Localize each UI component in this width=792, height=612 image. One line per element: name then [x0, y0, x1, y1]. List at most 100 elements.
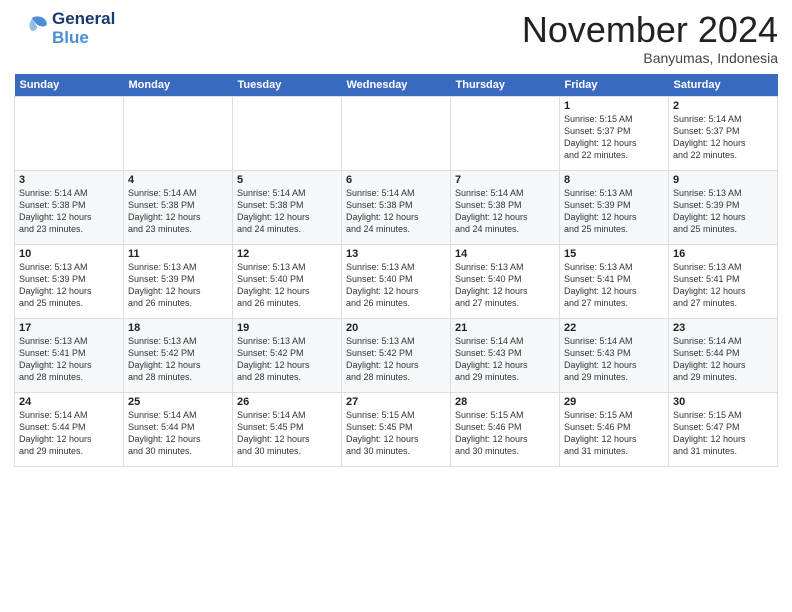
day-info: Sunrise: 5:13 AM Sunset: 5:40 PM Dayligh… — [346, 261, 446, 310]
day-number: 10 — [19, 248, 119, 260]
week-row-5: 24Sunrise: 5:14 AM Sunset: 5:44 PM Dayli… — [15, 392, 778, 466]
day-info: Sunrise: 5:13 AM Sunset: 5:40 PM Dayligh… — [237, 261, 337, 310]
day-cell: 28Sunrise: 5:15 AM Sunset: 5:46 PM Dayli… — [451, 392, 560, 466]
day-info: Sunrise: 5:13 AM Sunset: 5:39 PM Dayligh… — [19, 261, 119, 310]
day-number: 8 — [564, 174, 664, 186]
week-row-3: 10Sunrise: 5:13 AM Sunset: 5:39 PM Dayli… — [15, 244, 778, 318]
day-cell: 25Sunrise: 5:14 AM Sunset: 5:44 PM Dayli… — [124, 392, 233, 466]
col-wednesday: Wednesday — [342, 74, 451, 97]
day-number: 25 — [128, 396, 228, 408]
day-info: Sunrise: 5:13 AM Sunset: 5:42 PM Dayligh… — [237, 335, 337, 384]
day-cell: 4Sunrise: 5:14 AM Sunset: 5:38 PM Daylig… — [124, 170, 233, 244]
day-number: 29 — [564, 396, 664, 408]
day-number: 14 — [455, 248, 555, 260]
day-info: Sunrise: 5:14 AM Sunset: 5:38 PM Dayligh… — [346, 187, 446, 236]
day-cell — [15, 96, 124, 170]
title-block: November 2024 Banyumas, Indonesia — [522, 10, 778, 66]
col-tuesday: Tuesday — [233, 74, 342, 97]
col-monday: Monday — [124, 74, 233, 97]
day-cell: 23Sunrise: 5:14 AM Sunset: 5:44 PM Dayli… — [669, 318, 778, 392]
day-info: Sunrise: 5:14 AM Sunset: 5:38 PM Dayligh… — [237, 187, 337, 236]
day-number: 24 — [19, 396, 119, 408]
day-number: 3 — [19, 174, 119, 186]
day-info: Sunrise: 5:13 AM Sunset: 5:39 PM Dayligh… — [673, 187, 773, 236]
day-cell: 16Sunrise: 5:13 AM Sunset: 5:41 PM Dayli… — [669, 244, 778, 318]
day-cell: 10Sunrise: 5:13 AM Sunset: 5:39 PM Dayli… — [15, 244, 124, 318]
day-number: 6 — [346, 174, 446, 186]
day-info: Sunrise: 5:13 AM Sunset: 5:40 PM Dayligh… — [455, 261, 555, 310]
day-info: Sunrise: 5:13 AM Sunset: 5:42 PM Dayligh… — [128, 335, 228, 384]
day-cell: 26Sunrise: 5:14 AM Sunset: 5:45 PM Dayli… — [233, 392, 342, 466]
day-cell: 19Sunrise: 5:13 AM Sunset: 5:42 PM Dayli… — [233, 318, 342, 392]
day-cell: 1Sunrise: 5:15 AM Sunset: 5:37 PM Daylig… — [560, 96, 669, 170]
day-cell: 18Sunrise: 5:13 AM Sunset: 5:42 PM Dayli… — [124, 318, 233, 392]
week-row-1: 1Sunrise: 5:15 AM Sunset: 5:37 PM Daylig… — [15, 96, 778, 170]
day-cell: 27Sunrise: 5:15 AM Sunset: 5:45 PM Dayli… — [342, 392, 451, 466]
day-number: 4 — [128, 174, 228, 186]
week-row-2: 3Sunrise: 5:14 AM Sunset: 5:38 PM Daylig… — [15, 170, 778, 244]
day-info: Sunrise: 5:15 AM Sunset: 5:37 PM Dayligh… — [564, 113, 664, 162]
day-number: 1 — [564, 100, 664, 112]
day-info: Sunrise: 5:14 AM Sunset: 5:37 PM Dayligh… — [673, 113, 773, 162]
day-cell: 7Sunrise: 5:14 AM Sunset: 5:38 PM Daylig… — [451, 170, 560, 244]
logo: General Blue — [14, 10, 115, 47]
day-cell: 21Sunrise: 5:14 AM Sunset: 5:43 PM Dayli… — [451, 318, 560, 392]
day-number: 19 — [237, 322, 337, 334]
day-info: Sunrise: 5:14 AM Sunset: 5:38 PM Dayligh… — [455, 187, 555, 236]
day-info: Sunrise: 5:15 AM Sunset: 5:46 PM Dayligh… — [564, 409, 664, 458]
day-cell — [451, 96, 560, 170]
day-info: Sunrise: 5:14 AM Sunset: 5:44 PM Dayligh… — [673, 335, 773, 384]
day-info: Sunrise: 5:15 AM Sunset: 5:46 PM Dayligh… — [455, 409, 555, 458]
day-info: Sunrise: 5:13 AM Sunset: 5:39 PM Dayligh… — [128, 261, 228, 310]
day-info: Sunrise: 5:13 AM Sunset: 5:41 PM Dayligh… — [19, 335, 119, 384]
logo-blue-text: Blue — [52, 29, 115, 48]
day-number: 26 — [237, 396, 337, 408]
calendar-header: Sunday Monday Tuesday Wednesday Thursday… — [15, 74, 778, 97]
day-number: 13 — [346, 248, 446, 260]
day-number: 15 — [564, 248, 664, 260]
day-info: Sunrise: 5:13 AM Sunset: 5:41 PM Dayligh… — [673, 261, 773, 310]
day-cell: 14Sunrise: 5:13 AM Sunset: 5:40 PM Dayli… — [451, 244, 560, 318]
day-info: Sunrise: 5:14 AM Sunset: 5:44 PM Dayligh… — [19, 409, 119, 458]
day-number: 9 — [673, 174, 773, 186]
logo-icon — [14, 11, 50, 47]
day-number: 18 — [128, 322, 228, 334]
month-title: November 2024 — [522, 10, 778, 50]
day-number: 27 — [346, 396, 446, 408]
day-cell: 22Sunrise: 5:14 AM Sunset: 5:43 PM Dayli… — [560, 318, 669, 392]
day-number: 2 — [673, 100, 773, 112]
day-info: Sunrise: 5:14 AM Sunset: 5:45 PM Dayligh… — [237, 409, 337, 458]
day-cell — [124, 96, 233, 170]
day-info: Sunrise: 5:14 AM Sunset: 5:43 PM Dayligh… — [455, 335, 555, 384]
day-info: Sunrise: 5:13 AM Sunset: 5:39 PM Dayligh… — [564, 187, 664, 236]
day-number: 12 — [237, 248, 337, 260]
calendar-body: 1Sunrise: 5:15 AM Sunset: 5:37 PM Daylig… — [15, 96, 778, 466]
day-cell: 30Sunrise: 5:15 AM Sunset: 5:47 PM Dayli… — [669, 392, 778, 466]
day-number: 30 — [673, 396, 773, 408]
day-number: 5 — [237, 174, 337, 186]
day-cell: 11Sunrise: 5:13 AM Sunset: 5:39 PM Dayli… — [124, 244, 233, 318]
day-info: Sunrise: 5:15 AM Sunset: 5:47 PM Dayligh… — [673, 409, 773, 458]
header: General Blue November 2024 Banyumas, Ind… — [14, 10, 778, 66]
logo-words: General Blue — [52, 10, 115, 47]
day-cell: 8Sunrise: 5:13 AM Sunset: 5:39 PM Daylig… — [560, 170, 669, 244]
day-number: 21 — [455, 322, 555, 334]
day-cell: 3Sunrise: 5:14 AM Sunset: 5:38 PM Daylig… — [15, 170, 124, 244]
day-cell: 17Sunrise: 5:13 AM Sunset: 5:41 PM Dayli… — [15, 318, 124, 392]
day-cell: 15Sunrise: 5:13 AM Sunset: 5:41 PM Dayli… — [560, 244, 669, 318]
day-cell: 29Sunrise: 5:15 AM Sunset: 5:46 PM Dayli… — [560, 392, 669, 466]
day-cell — [233, 96, 342, 170]
day-cell: 12Sunrise: 5:13 AM Sunset: 5:40 PM Dayli… — [233, 244, 342, 318]
day-number: 11 — [128, 248, 228, 260]
col-sunday: Sunday — [15, 74, 124, 97]
day-cell: 20Sunrise: 5:13 AM Sunset: 5:42 PM Dayli… — [342, 318, 451, 392]
day-info: Sunrise: 5:14 AM Sunset: 5:38 PM Dayligh… — [19, 187, 119, 236]
day-number: 17 — [19, 322, 119, 334]
day-info: Sunrise: 5:15 AM Sunset: 5:45 PM Dayligh… — [346, 409, 446, 458]
calendar-table: Sunday Monday Tuesday Wednesday Thursday… — [14, 74, 778, 467]
day-cell: 24Sunrise: 5:14 AM Sunset: 5:44 PM Dayli… — [15, 392, 124, 466]
col-saturday: Saturday — [669, 74, 778, 97]
header-row: Sunday Monday Tuesday Wednesday Thursday… — [15, 74, 778, 97]
col-thursday: Thursday — [451, 74, 560, 97]
day-number: 23 — [673, 322, 773, 334]
